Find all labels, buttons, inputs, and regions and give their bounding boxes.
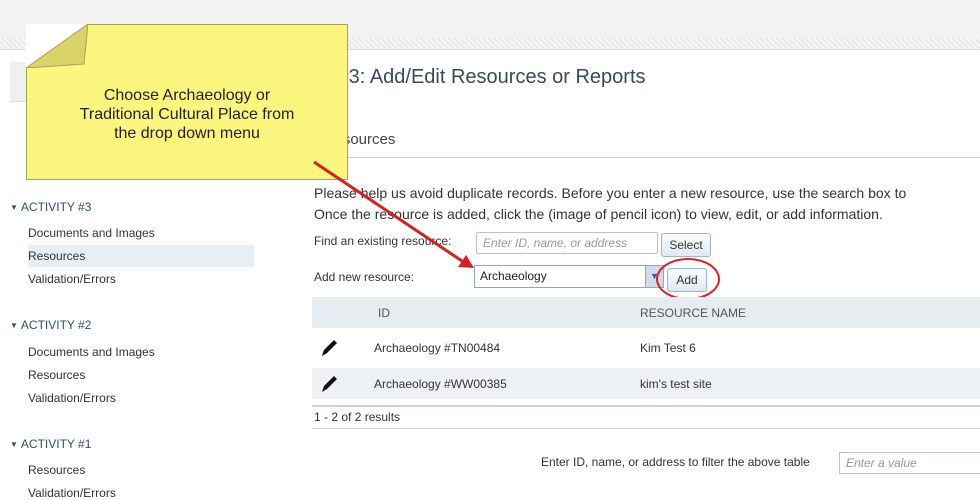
select-button[interactable]: Select [661,233,711,257]
sidebar-item-resources[interactable]: Resources [28,364,254,386]
sidebar-group-activity-3[interactable]: ▼ ACTIVITY #3 [10,200,91,214]
results-divider [312,428,980,429]
section-divider [312,157,980,158]
row-id: Archaeology #TN00484 [374,341,501,355]
caret-down-icon: ▼ [10,321,18,330]
results-count: 1 - 2 of 2 results [314,410,401,424]
table-divider [312,405,980,407]
resource-type-select[interactable]: Archaeology ▼ [474,265,664,288]
sidebar-item-resources[interactable]: Resources [28,245,254,267]
filter-input[interactable]: Enter a value [839,452,980,474]
table-header: ID RESOURCE NAME [312,297,980,328]
sidebar-group-activity-2[interactable]: ▼ ACTIVITY #2 [10,318,91,332]
filter-label: Enter ID, name, or address to filter the… [541,455,810,469]
sidebar-item-validation-errors[interactable]: Validation/Errors [28,268,254,290]
pencil-icon[interactable] [318,373,340,395]
row-id: Archaeology #WW00385 [374,377,507,391]
row-name: Kim Test 6 [640,341,696,355]
pencil-icon[interactable] [318,337,340,359]
caret-down-icon: ▼ [10,203,18,212]
column-id[interactable]: ID [378,306,390,320]
sidebar-item-documents-and-images[interactable]: Documents and Images [28,222,254,244]
sidebar-item-validation-errors[interactable]: Validation/Errors [28,387,254,409]
table-row: Archaeology #TN00484 Kim Test 6 [312,332,980,363]
find-resource-label: Find an existing resource: [314,234,452,248]
sidebar-item-validation-errors[interactable]: Validation/Errors [28,482,254,500]
add-resource-label: Add new resource: [314,270,415,284]
callout-line-1: Choose Archaeology or [103,87,271,104]
find-resource-input[interactable]: Enter ID, name, or address [476,232,658,254]
sidebar-item-documents-and-images[interactable]: Documents and Images [28,341,254,363]
folded-corner [26,24,88,68]
notice-line-1: Please help us avoid duplicate records. … [314,185,907,201]
sidebar-item-resources[interactable]: Resources [28,459,254,481]
callout-line-2: Traditional Cultural Place from [79,106,295,123]
page-title: ity #3: Add/Edit Resources or Reports [312,66,646,88]
duplicate-notice: Please help us avoid duplicate records. … [314,183,906,225]
resource-type-value: Archaeology [480,269,547,283]
highlight-circle [656,258,720,300]
notice-line-2: Once the resource is added, click the (i… [314,206,883,222]
row-name: kim's test site [640,377,712,391]
caret-down-icon: ▼ [10,440,18,449]
table-row: Archaeology #WW00385 kim's test site [312,368,980,399]
callout-text: Choose Archaeology or Traditional Cultur… [26,86,348,143]
callout-line-3: the drop down menu [114,125,260,142]
column-resource-name[interactable]: RESOURCE NAME [640,306,746,320]
sidebar-group-activity-1[interactable]: ▼ ACTIVITY #1 [10,437,91,451]
